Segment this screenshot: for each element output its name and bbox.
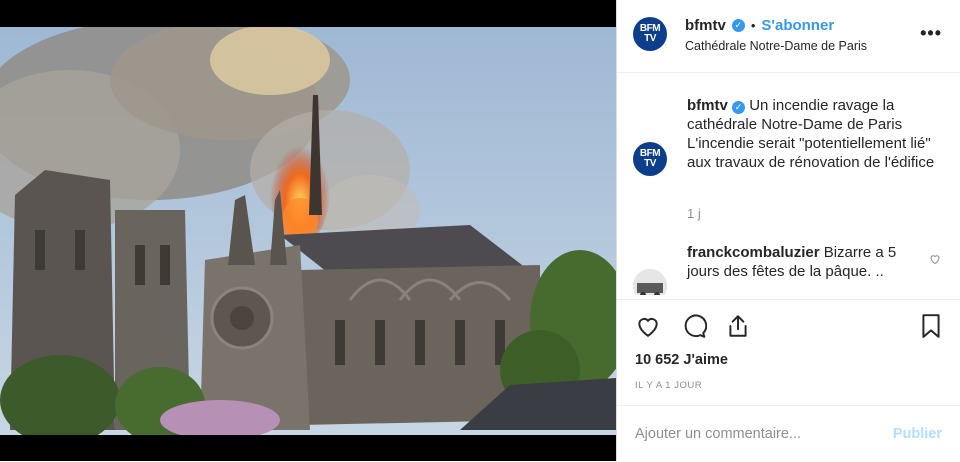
publish-button[interactable]: Publier [893, 426, 942, 442]
comment-username[interactable]: franckcombaluzier [687, 244, 820, 261]
comment-item: franckcombaluzier Bizarre a 5 jours des … [633, 243, 945, 295]
caption-username[interactable]: bfmtv [687, 97, 728, 114]
post-panel: BFM TV bfmtv ✓ • S'abonner Cathédrale No… [616, 0, 960, 461]
separator-dot: • [750, 18, 756, 33]
small-heart-icon[interactable] [929, 253, 941, 265]
notre-dame-fire-photo [0, 0, 616, 461]
caption-verified-badge-icon: ✓ [732, 101, 746, 114]
heart-icon[interactable] [635, 313, 661, 339]
post-date[interactable]: IL Y A 1 JOUR [635, 380, 702, 391]
more-options-icon[interactable]: ••• [920, 24, 942, 42]
share-icon[interactable] [725, 313, 751, 339]
bookmark-icon[interactable] [918, 313, 944, 339]
caption-time[interactable]: 1 j [687, 206, 701, 221]
subscribe-button[interactable]: S'abonner [761, 17, 834, 34]
commenter-avatar[interactable] [633, 269, 667, 295]
comment-text-block: franckcombaluzier Bizarre a 5 jours des … [687, 243, 907, 281]
post-image[interactable] [0, 0, 616, 461]
add-comment-bar: Ajouter un commentaire... Publier [617, 405, 960, 462]
bfmtv-avatar[interactable]: BFM TV [633, 17, 667, 51]
comment-icon[interactable] [681, 313, 707, 339]
caption-avatar-text: BFM TV [639, 148, 661, 169]
header-username[interactable]: bfmtv [685, 17, 726, 34]
action-bar [617, 299, 960, 352]
post-header: BFM TV bfmtv ✓ • S'abonner Cathédrale No… [617, 0, 960, 73]
avatar-text: BFM TV [639, 23, 661, 44]
comment-input[interactable]: Ajouter un commentaire... [635, 426, 801, 442]
commenter-avatar-image [633, 269, 667, 295]
header-name-row: bfmtv ✓ • S'abonner [685, 17, 834, 34]
like-count[interactable]: 10 652 J'aime [635, 352, 728, 368]
post-location[interactable]: Cathédrale Notre-Dame de Paris [685, 39, 867, 53]
verified-badge-icon: ✓ [731, 19, 745, 32]
caption-avatar[interactable]: BFM TV [633, 142, 667, 176]
caption-text-block: bfmtv ✓ Un incendie ravage la cathédrale… [687, 96, 945, 172]
